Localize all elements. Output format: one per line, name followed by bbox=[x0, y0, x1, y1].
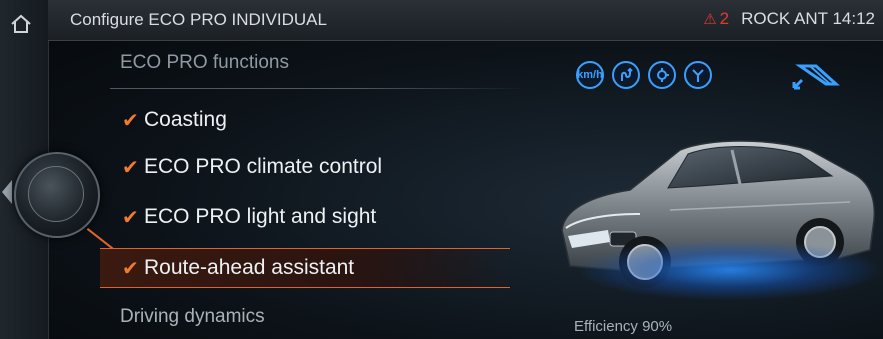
efficiency-glow bbox=[580, 240, 880, 300]
section-title: ECO PRO functions bbox=[120, 52, 289, 73]
checkmark-icon[interactable]: ✔ bbox=[122, 108, 144, 133]
efficiency-readout: Efficiency 90% bbox=[574, 318, 673, 335]
idrive-screen: Configure ECO PRO INDIVIDUAL ⚠ 2 ROCK ANT … bbox=[0, 0, 883, 339]
section-divider bbox=[110, 88, 530, 89]
menu-item-label: Coasting bbox=[144, 108, 227, 131]
checkmark-icon[interactable]: ✔ bbox=[122, 155, 144, 180]
menu-item-coasting[interactable]: ✔ Coasting bbox=[122, 104, 227, 136]
menu-item-route-ahead-assistant[interactable]: ✔ Route-ahead assistant bbox=[100, 248, 510, 288]
page-title: Configure ECO PRO INDIVIDUAL bbox=[70, 10, 327, 29]
car-image bbox=[550, 110, 880, 310]
warning-icon[interactable]: ⚠ bbox=[703, 11, 716, 28]
menu-item-label: ECO PRO climate control bbox=[144, 155, 383, 178]
menu-item-light-and-sight[interactable]: ✔ ECO PRO light and sight bbox=[122, 201, 376, 233]
header-bar: Configure ECO PRO INDIVIDUAL ⚠ 2 ROCK ANT … bbox=[48, 0, 883, 41]
back-arrow-icon[interactable] bbox=[2, 180, 12, 204]
eco-function-icons: km/h bbox=[576, 61, 712, 89]
checkmark-icon[interactable]: ✔ bbox=[122, 256, 144, 281]
coasting-icon bbox=[792, 64, 840, 90]
route-icon bbox=[612, 61, 640, 89]
warning-count[interactable]: 2 bbox=[720, 9, 729, 28]
menu-item-label: ECO PRO light and sight bbox=[144, 205, 377, 228]
status-text: ROCK ANT bbox=[741, 9, 828, 28]
home-icon[interactable] bbox=[10, 14, 32, 34]
junction-icon bbox=[684, 61, 712, 89]
speed-limit-icon: km/h bbox=[576, 61, 604, 89]
menu-item-climate-control[interactable]: ✔ ECO PRO climate control bbox=[122, 151, 382, 183]
menu-item-driving-dynamics[interactable]: Driving dynamics bbox=[120, 306, 265, 328]
controller-knob-icon bbox=[14, 152, 100, 238]
menu-item-content: ✔ Route-ahead assistant bbox=[122, 252, 354, 284]
menu-item-label: Route-ahead assistant bbox=[144, 256, 355, 279]
roundabout-icon bbox=[648, 61, 676, 89]
clock: 14:12 bbox=[832, 9, 875, 28]
status-area: ⚠ 2 ROCK ANT 14:12 bbox=[703, 9, 875, 29]
checkmark-icon[interactable]: ✔ bbox=[122, 205, 144, 230]
